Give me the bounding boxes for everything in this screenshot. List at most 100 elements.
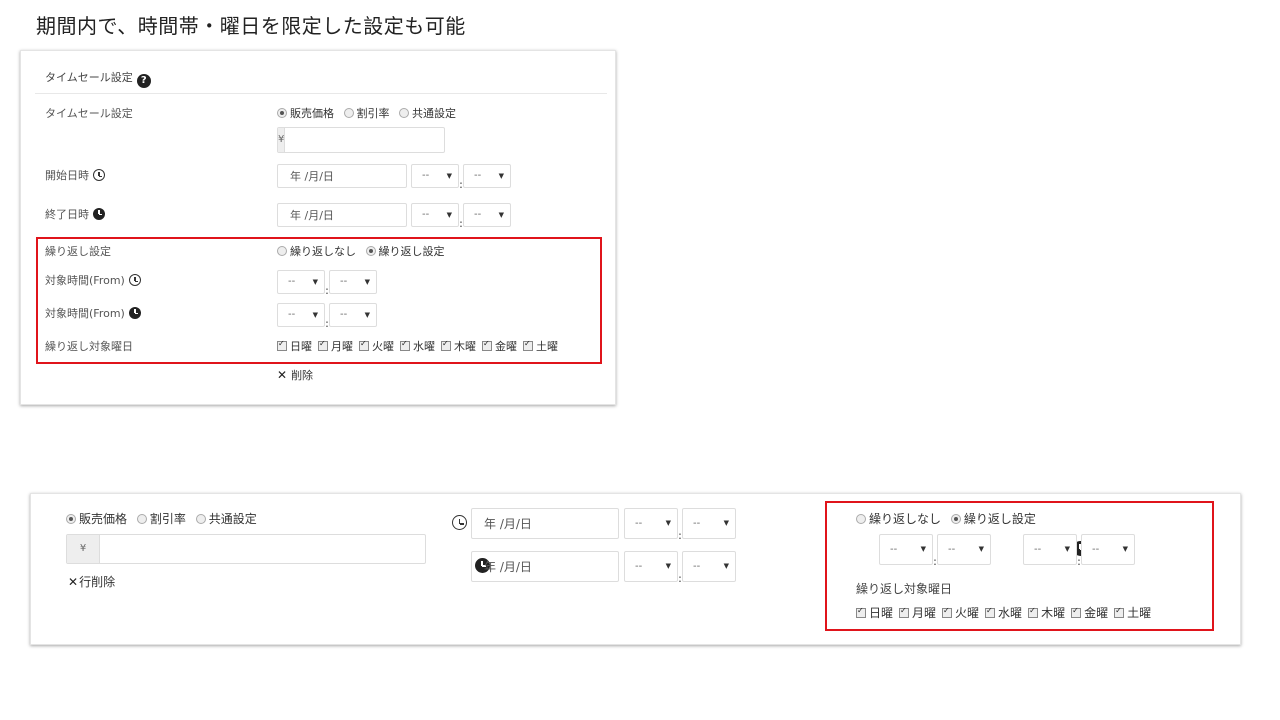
end-datetime-label: 終了日時 [45,206,105,222]
radio-dot[interactable] [136,514,147,524]
start-date-input[interactable]: 年 /月/日 [471,508,619,539]
repeat-from-hour-select[interactable]: -- ▼ [879,534,933,565]
weekday-tue[interactable]: 火曜 [942,606,979,620]
radio-common[interactable]: 共通設定 [399,107,456,120]
end-hour-select[interactable]: -- ▼ [411,203,459,227]
checkbox-checked-icon[interactable] [482,339,492,351]
radio-dot[interactable] [343,108,354,118]
checkbox-checked-icon[interactable] [441,339,451,351]
select-value: -- [948,544,956,555]
checkbox-checked-icon[interactable] [985,606,996,618]
timesale-label: タイムセール設定 [45,107,133,120]
delete-button[interactable]: ✕ 削除 [277,367,313,383]
radio-dot[interactable] [277,108,287,118]
radio-common[interactable]: 共通設定 [195,512,257,526]
repeat-from-minute-select[interactable]: -- ▼ [937,534,991,565]
select-value: -- [422,209,430,220]
dropdown-arrow-icon: ▼ [1064,545,1070,553]
dropdown-arrow-icon: ▼ [312,278,318,286]
weekday-text: 月曜 [331,340,353,353]
weekday-text: 水曜 [413,340,435,353]
checkbox-checked-icon[interactable] [523,339,533,351]
repeat-to-hour-select[interactable]: -- ▼ [1023,534,1077,565]
weekday-fri[interactable]: 金曜 [1071,606,1108,620]
select-value: -- [1034,544,1042,555]
checkbox-checked-icon[interactable] [1028,606,1039,618]
radio-dot[interactable] [856,514,866,524]
start-hour-select[interactable]: -- ▼ [624,508,678,539]
checkbox-checked-icon[interactable] [1071,606,1082,618]
checkbox-checked-icon[interactable] [400,339,410,351]
weekday-label: 繰り返し対象曜日 [856,582,953,596]
checkbox-checked-icon[interactable] [942,606,953,618]
start-minute-select[interactable]: -- ▼ [463,164,511,188]
end-hour-select[interactable]: -- ▼ [624,551,678,582]
from-label-text: 対象時間(From) [45,274,125,287]
checkbox-checked-icon[interactable] [277,339,287,351]
radio-dot[interactable] [195,514,206,524]
checkbox-checked-icon[interactable] [899,606,910,618]
checkbox-checked-icon[interactable] [318,339,328,351]
end-date-input[interactable]: 年 /月/日 [471,551,619,582]
weekday-thu[interactable]: 木曜 [441,339,476,353]
from-minute-select-1[interactable]: -- ▼ [329,270,377,294]
weekday-wed[interactable]: 水曜 [400,339,435,353]
checkbox-checked-icon[interactable] [1114,606,1125,618]
question-circle-icon[interactable]: ? [136,74,151,88]
radio-no-repeat[interactable]: 繰り返しなし [856,512,941,526]
weekday-text: 土曜 [536,340,558,353]
delete-row-button[interactable]: ✕行削除 [68,573,115,590]
radio-repeat[interactable]: 繰り返し設定 [950,512,1036,526]
checkbox-checked-icon[interactable] [856,606,866,618]
radio-repeat[interactable]: 繰り返し設定 [365,245,445,258]
clock-solid-icon [128,307,141,319]
dropdown-arrow-icon: ▼ [364,278,370,286]
start-label-text: 開始日時 [45,169,89,182]
close-icon: ✕ [68,575,79,589]
radio-dot[interactable] [277,246,287,256]
end-date-input[interactable]: 年 /月/日 [277,203,407,227]
radio-price[interactable]: 販売価格 [277,107,334,120]
weekday-mon[interactable]: 月曜 [318,339,353,353]
start-minute-select[interactable]: -- ▼ [682,508,736,539]
select-value: -- [288,276,296,287]
weekday-sun[interactable]: 日曜 [277,339,312,353]
checkbox-checked-icon[interactable] [359,339,369,351]
radio-dot[interactable] [66,514,76,524]
radio-discount[interactable]: 割引率 [343,107,390,120]
select-value: -- [635,518,643,529]
end-minute-select[interactable]: -- ▼ [463,203,511,227]
weekday-wed[interactable]: 水曜 [985,606,1022,620]
weekday-fri[interactable]: 金曜 [482,339,517,353]
select-value: -- [474,209,482,220]
select-value: -- [1092,544,1100,555]
weekday-mon[interactable]: 月曜 [899,606,936,620]
weekday-tue[interactable]: 火曜 [359,339,394,353]
dropdown-arrow-icon: ▼ [364,311,370,319]
dropdown-arrow-icon: ▼ [665,562,671,570]
radio-dot[interactable] [365,246,376,256]
weekday-sat[interactable]: 土曜 [1114,606,1151,620]
radio-label: 販売価格 [290,107,334,120]
end-minute-select[interactable]: -- ▼ [682,551,736,582]
weekday-text: 土曜 [1127,606,1152,620]
from-hour-select-1[interactable]: -- ▼ [277,270,325,294]
repeat-to-minute-select[interactable]: -- ▼ [1081,534,1135,565]
weekday-thu[interactable]: 木曜 [1028,606,1065,620]
radio-discount[interactable]: 割引率 [136,512,186,526]
from-minute-select-2[interactable]: -- ▼ [329,303,377,327]
start-hour-select[interactable]: -- ▼ [411,164,459,188]
start-time-selects: -- ▼: -- ▼ [411,164,511,191]
from-hour-select-2[interactable]: -- ▼ [277,303,325,327]
weekday-sun[interactable]: 日曜 [856,606,893,620]
weekday-text: 金曜 [1084,606,1109,620]
weekday-text: 火曜 [372,340,394,353]
radio-dot[interactable] [950,514,961,524]
start-date-input[interactable]: 年 /月/日 [277,164,407,188]
price-input[interactable] [285,128,467,152]
radio-dot[interactable] [399,108,409,118]
weekday-sat[interactable]: 土曜 [523,339,558,353]
radio-price[interactable]: 販売価格 [66,512,127,526]
radio-no-repeat[interactable]: 繰り返しなし [277,245,356,258]
price-input[interactable] [100,535,425,563]
